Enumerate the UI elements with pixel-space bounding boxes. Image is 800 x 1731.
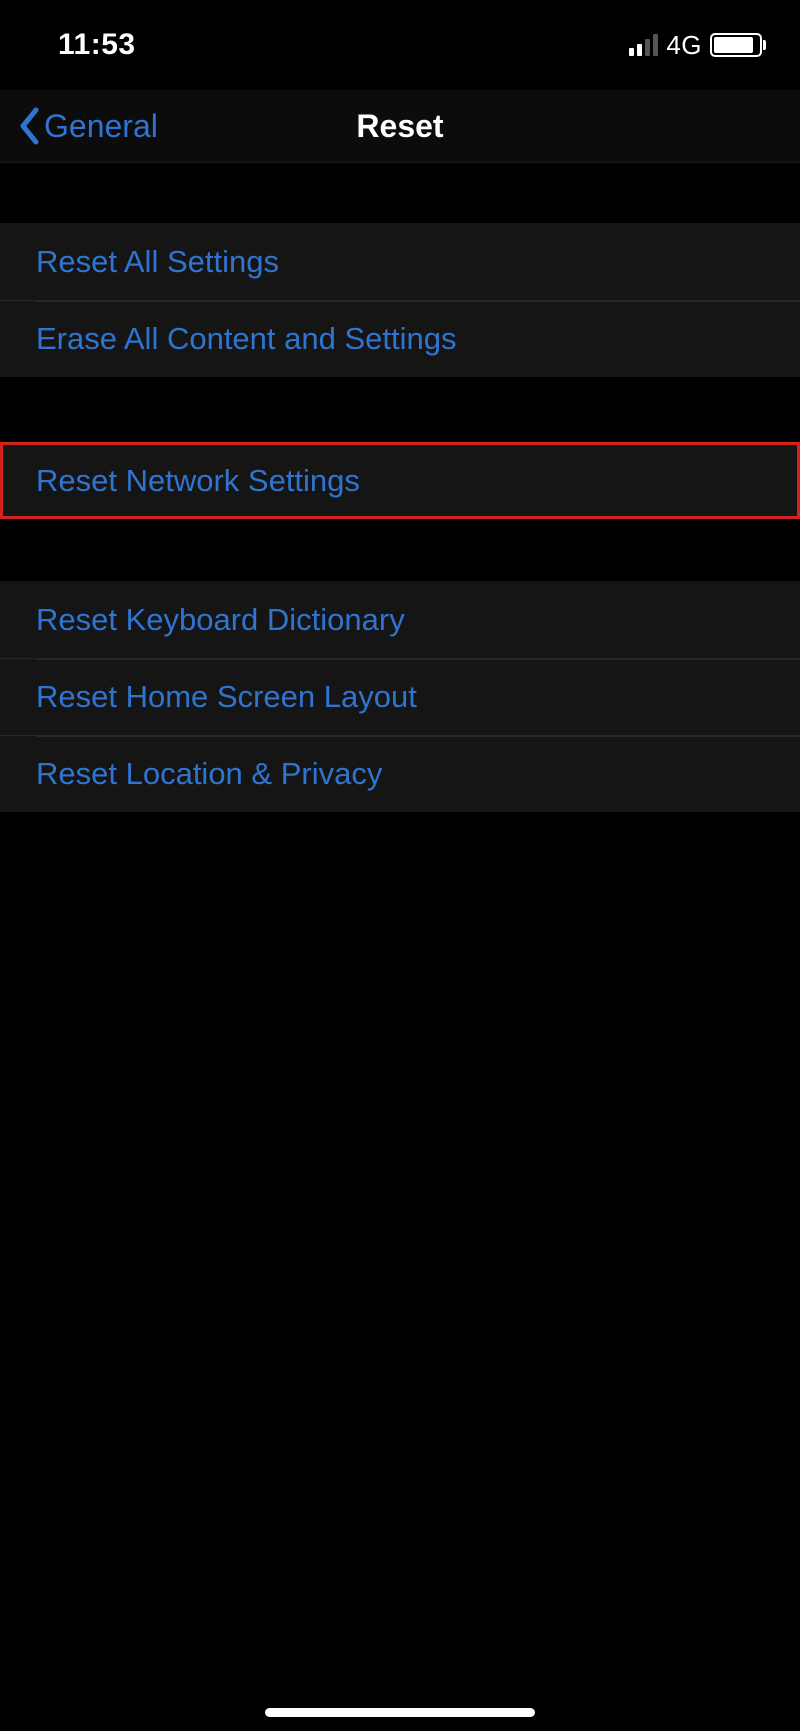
row-label: Erase All Content and Settings <box>36 321 456 357</box>
row-label: Reset Home Screen Layout <box>36 679 417 715</box>
reset-home-screen-layout-row[interactable]: Reset Home Screen Layout <box>0 658 800 735</box>
back-button[interactable]: General <box>18 107 158 145</box>
cellular-signal-icon <box>629 34 658 56</box>
chevron-left-icon <box>18 107 40 145</box>
back-button-label: General <box>44 108 158 145</box>
network-type-label: 4G <box>666 30 702 61</box>
row-label: Reset Network Settings <box>36 463 360 499</box>
row-label: Reset Location & Privacy <box>36 756 382 792</box>
status-bar: 11:53 4G <box>0 0 800 90</box>
reset-keyboard-dictionary-row[interactable]: Reset Keyboard Dictionary <box>0 581 800 658</box>
reset-network-settings-row[interactable]: Reset Network Settings <box>0 442 800 519</box>
reset-all-settings-row[interactable]: Reset All Settings <box>0 223 800 300</box>
reset-location-privacy-row[interactable]: Reset Location & Privacy <box>0 735 800 812</box>
home-indicator[interactable] <box>265 1708 535 1717</box>
settings-group-3: Reset Keyboard Dictionary Reset Home Scr… <box>0 581 800 812</box>
status-time: 11:53 <box>58 28 136 62</box>
settings-group-2: Reset Network Settings <box>0 442 800 519</box>
row-label: Reset All Settings <box>36 244 279 280</box>
status-indicators: 4G <box>629 30 762 61</box>
settings-group-1: Reset All Settings Erase All Content and… <box>0 223 800 377</box>
row-label: Reset Keyboard Dictionary <box>36 602 405 638</box>
page-title: Reset <box>356 108 443 145</box>
navigation-bar: General Reset <box>0 90 800 163</box>
erase-all-content-row[interactable]: Erase All Content and Settings <box>0 300 800 377</box>
battery-icon <box>710 33 762 57</box>
